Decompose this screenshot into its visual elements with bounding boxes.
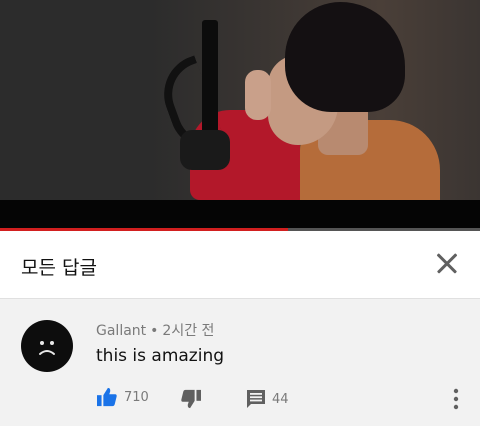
more-vertical-icon[interactable] [449,388,463,410]
thumbs-down-icon [181,389,201,409]
comment-item: Gallant • 2시간 전 this is amazing 710 44 [0,299,480,426]
close-icon[interactable] [432,248,464,280]
video-frame-glove [180,130,230,170]
comment-time: 2시간 전 [162,323,215,339]
video-frame-hand [245,70,271,120]
comment-author[interactable]: Gallant [96,323,146,339]
sheet-title: 모든 답글 [21,257,97,279]
like-button[interactable]: 710 [96,387,149,407]
reply-count: 44 [272,391,289,407]
like-count: 710 [124,389,149,405]
comment-meta: Gallant • 2시간 전 [96,320,214,340]
meta-separator: • [150,323,159,339]
comment-text: this is amazing [96,346,225,366]
more-dots [453,388,459,410]
avatar[interactable] [21,320,73,372]
reply-button[interactable]: 44 [246,389,289,409]
thumbs-up-icon [97,387,117,407]
replies-sheet-header: 모든 답글 [0,231,480,299]
video-controls-bar [0,200,480,230]
comment-icon [247,390,265,408]
video-player[interactable] [0,0,480,200]
sad-face-icon [39,341,55,355]
dislike-button[interactable] [180,389,202,409]
